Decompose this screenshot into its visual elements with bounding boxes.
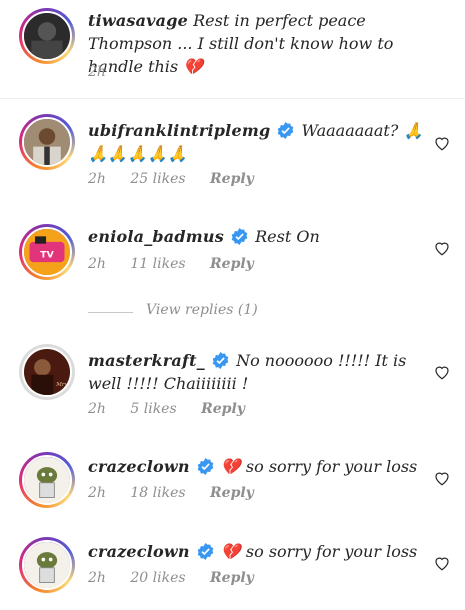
comment-body: masterkraft_ No noooooo !!!!! It is well… — [88, 349, 425, 395]
avatar-tiwasavage[interactable] — [19, 8, 75, 64]
reply-button[interactable]: Reply — [210, 485, 254, 501]
heart-outline-icon[interactable] — [433, 554, 451, 572]
heart-outline-icon[interactable] — [433, 239, 451, 257]
comment-time: 2h — [88, 171, 106, 187]
verified-badge-icon — [197, 543, 214, 560]
heart-outline-icon[interactable] — [433, 363, 451, 381]
comment-username[interactable]: crazeclown — [88, 457, 190, 476]
comment-username[interactable]: tiwasavage — [88, 11, 188, 30]
heart-outline-icon[interactable] — [433, 134, 451, 152]
avatar-crazeclown[interactable] — [19, 537, 75, 593]
view-replies-button[interactable]: View replies (1) — [146, 302, 258, 318]
comment-text: Rest On — [255, 227, 320, 246]
view-replies-line — [88, 312, 133, 313]
comment-body: tiwasavage Rest in perfect peace Thompso… — [88, 9, 425, 78]
comment-time: 2h — [88, 570, 106, 586]
comment-username[interactable]: eniola_badmus — [88, 227, 224, 246]
comment-time: 2h — [88, 64, 106, 80]
avatar-crazeclown[interactable] — [19, 452, 75, 508]
comment-meta: 2h 20 likes Reply — [88, 570, 274, 586]
comment-likes[interactable]: 18 likes — [130, 485, 185, 501]
verified-badge-icon — [231, 228, 248, 245]
comment-username[interactable]: crazeclown — [88, 542, 190, 561]
comment-meta: 2h 25 likes Reply — [88, 171, 274, 187]
comment-meta: 2h 18 likes Reply — [88, 485, 274, 501]
comment-body: crazeclown 💔 so sorry for your loss — [88, 455, 425, 478]
comment-text: 💔 so sorry for your loss — [220, 542, 418, 561]
comment-likes[interactable]: 25 likes — [130, 171, 185, 187]
comment-text: 💔 so sorry for your loss — [220, 457, 418, 476]
reply-button[interactable]: Reply — [210, 256, 254, 272]
comment-body: ubifranklintriplemg Waaaaaaat? 🙏🙏🙏🙏🙏🙏 — [88, 119, 425, 165]
verified-badge-icon — [278, 122, 294, 139]
svg-text:TV: TV — [40, 250, 54, 261]
avatar-eniola_badmus[interactable]: TV — [19, 224, 75, 280]
comment-time: 2h — [88, 256, 106, 272]
reply-button[interactable]: Reply — [210, 570, 254, 586]
section-divider — [0, 98, 465, 99]
comment-username[interactable]: ubifranklintriplemg — [88, 121, 270, 140]
comment-time: 2h — [88, 485, 106, 501]
comment-meta: 2h 5 likes Reply — [88, 401, 265, 417]
svg-text:Mry: Mry — [55, 382, 68, 388]
heart-outline-icon[interactable] — [433, 469, 451, 487]
avatar-masterkraft_[interactable]: Mry — [19, 344, 75, 400]
reply-button[interactable]: Reply — [210, 171, 254, 187]
comment-time: 2h — [88, 401, 106, 417]
verified-badge-icon — [197, 458, 214, 475]
comment-username[interactable]: masterkraft_ — [88, 351, 205, 370]
comment-body: eniola_badmus Rest On — [88, 225, 425, 248]
comment-likes[interactable]: 20 likes — [130, 570, 185, 586]
comment-meta: 2h 11 likes Reply — [88, 256, 274, 272]
avatar-ubifranklintriplemg[interactable] — [19, 114, 75, 170]
verified-badge-icon — [212, 352, 229, 369]
comment-likes[interactable]: 5 likes — [130, 401, 176, 417]
comment-likes[interactable]: 11 likes — [130, 256, 185, 272]
comment-body: crazeclown 💔 so sorry for your loss — [88, 540, 425, 563]
reply-button[interactable]: Reply — [201, 401, 245, 417]
comment-meta: 2h — [88, 64, 126, 80]
